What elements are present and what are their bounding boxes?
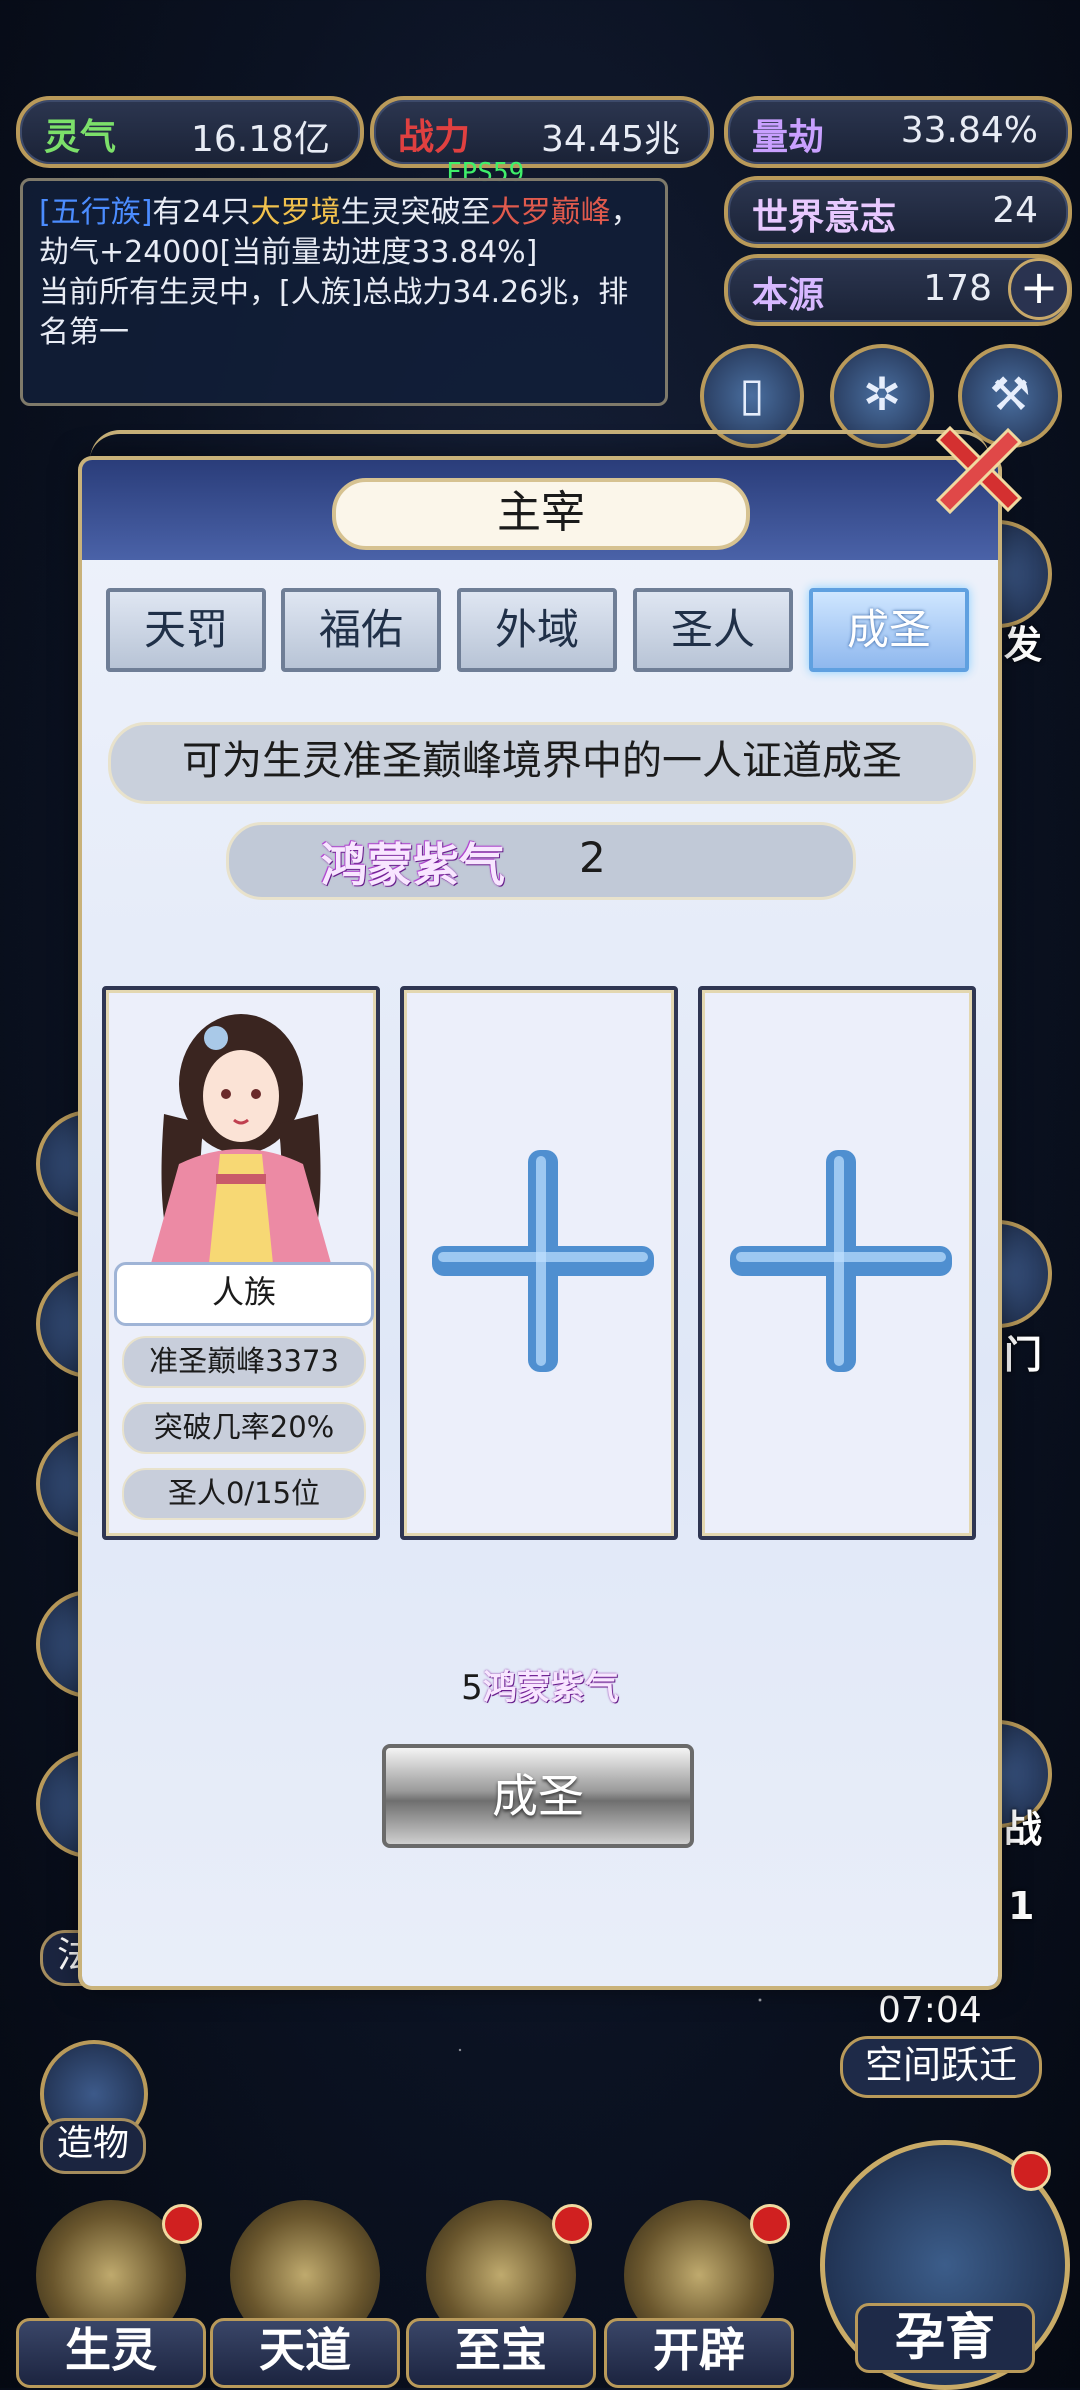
stat-lingqi-label: 灵气 xyxy=(44,117,117,158)
nav-tiandao-label: 天道 xyxy=(210,2318,400,2388)
breakthrough-chance: 突破几率20% xyxy=(122,1402,366,1454)
nav-shengling-label: 生灵 xyxy=(16,2318,206,2388)
nav-yunyu-label: 孕育 xyxy=(855,2303,1035,2373)
nav-shengling[interactable]: 生灵 xyxy=(16,2200,206,2388)
stat-benyuan-label: 本源 xyxy=(752,275,825,316)
nav-tiandao[interactable]: 天道 xyxy=(210,2200,400,2388)
log-peak: 大罗巅峰 xyxy=(490,195,611,230)
log-realm: 大罗境 xyxy=(250,195,341,230)
nav-zhibao-label: 至宝 xyxy=(406,2318,596,2388)
side-label-zao-wu[interactable]: 造物 xyxy=(40,2118,147,2174)
master-dialog: 主宰 天罚 福佑 外域 圣人 成圣 可为生灵准圣巅峰境界中的一人证道成圣 鸿蒙紫… xyxy=(82,460,998,1986)
stat-liangjie[interactable]: 量劫 33.84% xyxy=(724,96,1072,168)
nav-kaipi-label: 开辟 xyxy=(604,2318,794,2388)
add-benyuan-button[interactable]: + xyxy=(1008,258,1070,320)
right-label-zhan: 战 xyxy=(1004,1807,1043,1851)
wheel-icon: ✲ xyxy=(862,367,902,421)
notification-dot xyxy=(162,2204,202,2244)
nav-zhibao[interactable]: 至宝 xyxy=(406,2200,596,2388)
qi-count: 2 xyxy=(579,833,606,882)
stat-zhanli[interactable]: 战力 34.45兆 xyxy=(370,96,714,168)
cost-item: 鸿蒙紫气 xyxy=(482,1668,619,1708)
saint-count: 圣人0/15位 xyxy=(122,1468,366,1520)
candidate-slot-3[interactable] xyxy=(698,986,976,1540)
event-log: [五行族]有24只大罗境生灵突破至大罗巅峰，劫气+24000[当前量劫进度33.… xyxy=(20,178,668,406)
modal-title: 主宰 xyxy=(332,478,750,550)
close-icon[interactable] xyxy=(928,420,1028,520)
modal-frame-top xyxy=(90,430,990,464)
nav-kaipi[interactable]: 开辟 xyxy=(604,2200,794,2388)
tab-chengsheng[interactable]: 成圣 xyxy=(809,588,969,672)
stat-shijie-label: 世界意志 xyxy=(752,197,897,238)
description-text: 可为生灵准圣巅峰境界中的一人证道成圣 xyxy=(108,722,976,804)
tab-fuyou[interactable]: 福佑 xyxy=(281,588,441,672)
stat-zhanli-value: 34.45兆 xyxy=(540,119,680,160)
qi-counter: 鸿蒙紫气 2 xyxy=(226,822,856,900)
stat-shijie-value: 24 xyxy=(992,190,1038,231)
stat-benyuan[interactable]: 本源 178 + xyxy=(724,254,1072,326)
notification-dot xyxy=(750,2204,790,2244)
cost-amount: 5 xyxy=(461,1668,483,1708)
ascend-cost: 5鸿蒙紫气 xyxy=(82,1660,998,1709)
candidate-slot-1[interactable]: 人族 准圣巅峰3373 突破几率20% 圣人0/15位 xyxy=(102,986,380,1540)
qi-name: 鸿蒙紫气 xyxy=(321,838,505,892)
tab-waiyu[interactable]: 外域 xyxy=(457,588,617,672)
stat-liangjie-label: 量劫 xyxy=(752,117,825,158)
realm-label: 准圣巅峰3373 xyxy=(122,1336,366,1388)
race-label: 人族 xyxy=(114,1262,374,1326)
stat-zhanli-label: 战力 xyxy=(398,117,471,158)
notification-dot xyxy=(1011,2151,1051,2191)
nav-yunyu[interactable]: 孕育 xyxy=(820,2140,1070,2390)
log-text-a: 有24只 xyxy=(152,195,251,230)
ascend-button[interactable]: 成圣 xyxy=(382,1744,694,1848)
stat-shijie[interactable]: 世界意志 24 xyxy=(724,176,1072,248)
right-label-men: 门 xyxy=(1004,1333,1043,1377)
candidate-slot-2[interactable] xyxy=(400,986,678,1540)
tab-shengren[interactable]: 圣人 xyxy=(633,588,793,672)
character-portrait xyxy=(148,1014,334,1274)
right-label-fa: 发 xyxy=(1004,623,1043,667)
tab-bar: 天罚 福佑 外域 圣人 成圣 xyxy=(106,588,974,672)
add-plus-icon xyxy=(432,1150,654,1372)
log-tribe: [五行族] xyxy=(39,195,153,230)
space-jump-button[interactable]: 空间跃迁 xyxy=(840,2036,1042,2098)
notification-dot xyxy=(552,2204,592,2244)
stat-lingqi[interactable]: 灵气 16.18亿 xyxy=(16,96,364,168)
add-plus-icon xyxy=(730,1150,952,1372)
card-icon: ▯ xyxy=(739,367,765,421)
countdown-timer: 07:04 xyxy=(878,1990,982,2031)
log-line-2: 当前所有生灵中，[人族]总战力34.26兆，排名第一 xyxy=(39,275,629,350)
right-badge: 1 xyxy=(1008,1884,1035,1928)
tab-tianfa[interactable]: 天罚 xyxy=(106,588,266,672)
log-text-b: 生灵突破至 xyxy=(340,195,491,230)
stat-benyuan-value: 178 xyxy=(923,268,992,309)
stat-liangjie-value: 33.84% xyxy=(900,110,1038,151)
stat-lingqi-value: 16.18亿 xyxy=(190,119,330,160)
